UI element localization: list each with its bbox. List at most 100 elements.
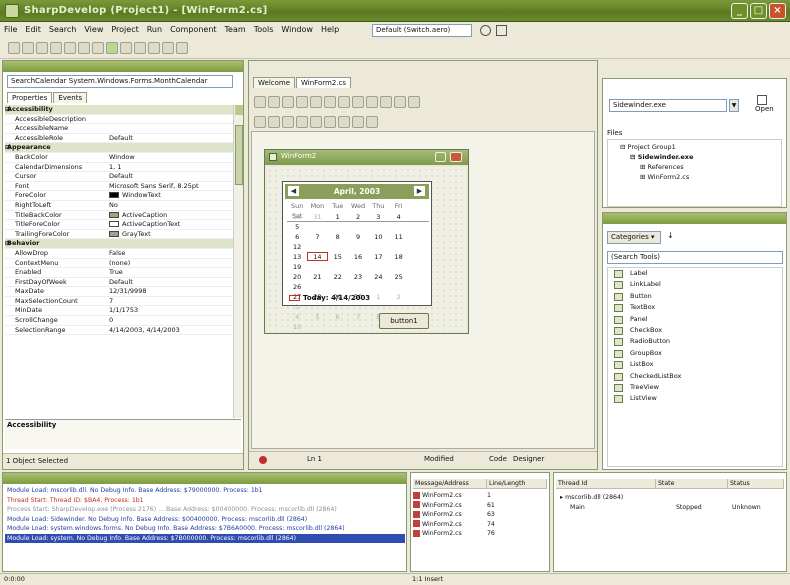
output-line[interactable]: Module Load: system.windows.forms. No De…	[5, 524, 405, 534]
align-bottom-icon[interactable]	[324, 96, 336, 108]
calendar-day[interactable]: 17	[368, 253, 388, 262]
align-left-icon[interactable]	[254, 96, 266, 108]
step-icon[interactable]	[119, 42, 132, 54]
tool-textbox[interactable]: TextBox	[608, 302, 782, 313]
tool-panel[interactable]: Panel	[608, 314, 782, 325]
grid-icon[interactable]	[380, 96, 392, 108]
property-value[interactable]: No	[109, 201, 233, 210]
property-row[interactable]: BackColor Window	[5, 153, 233, 163]
save-icon[interactable]	[35, 42, 48, 54]
output-line[interactable]: Module Load: system. No Debug Info. Base…	[5, 533, 405, 543]
output-line[interactable]: Thread Start: Thread ID: $BA4. Process: …	[5, 496, 405, 506]
tool-checkbox[interactable]: CheckBox	[608, 325, 782, 336]
property-value[interactable]: Default	[109, 278, 233, 287]
open-button[interactable]: Open	[755, 95, 774, 113]
calendar-day[interactable]: 10	[287, 323, 307, 332]
tool-button[interactable]: Button	[608, 291, 782, 302]
maximize-button[interactable]: □	[750, 3, 767, 19]
minimize-button[interactable]: _	[731, 3, 748, 19]
tool-treeview[interactable]: TreeView	[608, 382, 782, 393]
calendar-day[interactable]: 12	[287, 243, 307, 252]
menu-edit[interactable]: Edit	[21, 22, 45, 34]
calendar-day[interactable]: 7	[307, 233, 327, 242]
menu-view[interactable]: View	[80, 22, 107, 34]
calendar-today[interactable]: Today: 4/14/2003	[289, 294, 370, 302]
calendar-day[interactable]: 2	[348, 213, 368, 222]
categories-button[interactable]: Categories ▾	[607, 231, 661, 244]
calendar-day[interactable]: 6	[287, 233, 307, 242]
property-value[interactable]: Default	[109, 172, 233, 181]
snap-icon[interactable]	[338, 116, 350, 128]
col-line-length[interactable]: Line/Length	[487, 479, 547, 489]
calendar-day[interactable]: 1	[328, 213, 348, 222]
menu-component[interactable]: Component	[166, 22, 220, 34]
property-value[interactable]: False	[109, 249, 233, 258]
message-row[interactable]: WinForm2.cs 63	[413, 510, 549, 520]
cut-icon[interactable]	[63, 42, 76, 54]
bring-front-icon[interactable]	[394, 96, 406, 108]
property-value[interactable]: 4/14/2003, 4/14/2003	[109, 326, 233, 335]
property-category[interactable]: ⊟ Accessibility	[5, 105, 233, 115]
property-value[interactable]: GrayText	[109, 230, 233, 239]
calendar-day[interactable]: 4	[287, 313, 307, 322]
align-center-icon[interactable]	[268, 96, 280, 108]
property-value[interactable]: 7	[109, 297, 233, 306]
redo-icon[interactable]	[175, 42, 188, 54]
paste-icon[interactable]	[91, 42, 104, 54]
property-row[interactable]: AccessibleName	[5, 124, 233, 134]
menu-file[interactable]: File	[0, 22, 21, 34]
calendar-day[interactable]: 3	[368, 213, 388, 222]
menu-run[interactable]: Run	[143, 22, 166, 34]
tab-order-icon[interactable]	[324, 116, 336, 128]
property-row[interactable]: TitleForeColor ActiveCaptionText	[5, 220, 233, 230]
thread-row-process[interactable]: ▸ mscorlib.dll (2864)	[560, 493, 623, 503]
undo-icon[interactable]	[161, 42, 174, 54]
property-row[interactable]: SelectionRange 4/14/2003, 4/14/2003	[5, 326, 233, 336]
tree-sidewinder[interactable]: ⊟ Sidewinder.exe	[608, 151, 781, 161]
code-tab[interactable]: Code	[489, 455, 507, 463]
property-row[interactable]: MinDate 1/1/1753	[5, 306, 233, 317]
property-value[interactable]: Window	[109, 153, 233, 162]
property-value[interactable]: 0	[109, 316, 233, 325]
menu-help[interactable]: Help	[317, 22, 343, 34]
col-status[interactable]: Status	[728, 479, 784, 489]
property-row[interactable]: Enabled True	[5, 268, 233, 278]
output-line[interactable]: Module Load: Sidewinder. No Debug Info. …	[5, 515, 405, 525]
copy-icon[interactable]	[77, 42, 90, 54]
col-state[interactable]: State	[656, 479, 728, 489]
tool-label[interactable]: Label	[608, 268, 782, 279]
property-value[interactable]: ActiveCaption	[109, 211, 233, 220]
col-thread-id[interactable]: Thread Id	[556, 479, 656, 489]
tree-winform2[interactable]: ⊞ WinForm2.cs	[608, 171, 781, 181]
tool-radiobutton[interactable]: RadioButton	[608, 336, 782, 347]
calendar-day[interactable]: 8	[328, 233, 348, 242]
property-row[interactable]: AccessibleRole Default	[5, 134, 233, 144]
property-value[interactable]: WindowText	[109, 191, 233, 200]
property-row[interactable]: Cursor Default	[5, 172, 233, 182]
send-back-icon[interactable]	[408, 96, 420, 108]
calendar-day[interactable]: 13	[287, 253, 307, 262]
tool-checkedlistbox[interactable]: CheckedListBox	[608, 371, 782, 382]
tree-references[interactable]: ⊞ References	[608, 161, 781, 171]
layout-config-select[interactable]: Default (Switch.aero)	[372, 24, 472, 37]
v-spacing-icon[interactable]	[268, 116, 280, 128]
chevron-down-icon[interactable]: ▼	[729, 99, 739, 112]
calendar-day[interactable]: 1	[368, 293, 388, 302]
property-row[interactable]: ForeColor WindowText	[5, 191, 233, 201]
designer-tab[interactable]: Designer	[513, 455, 544, 463]
property-value[interactable]: ActiveCaptionText	[109, 220, 233, 229]
message-row[interactable]: WinForm2.cs 1	[413, 491, 549, 501]
property-row[interactable]: AllowDrop False	[5, 249, 233, 259]
tool-search-input[interactable]: (Search Tools)	[607, 251, 783, 264]
property-category[interactable]: ⊟ Behavior	[5, 239, 233, 249]
calendar-day[interactable]: 21	[307, 273, 327, 282]
col-message-address[interactable]: Message/Address	[413, 479, 487, 489]
calendar-day[interactable]: 22	[328, 273, 348, 282]
property-row[interactable]: MaxDate 12/31/9998	[5, 287, 233, 297]
calendar-day[interactable]: 24	[368, 273, 388, 282]
property-scrollbar[interactable]	[233, 105, 243, 418]
message-row[interactable]: WinForm2.cs 74	[413, 520, 549, 530]
calendar-day[interactable]: 31	[307, 213, 327, 222]
calendar-day[interactable]: 9	[348, 233, 368, 242]
same-width-icon[interactable]	[338, 96, 350, 108]
